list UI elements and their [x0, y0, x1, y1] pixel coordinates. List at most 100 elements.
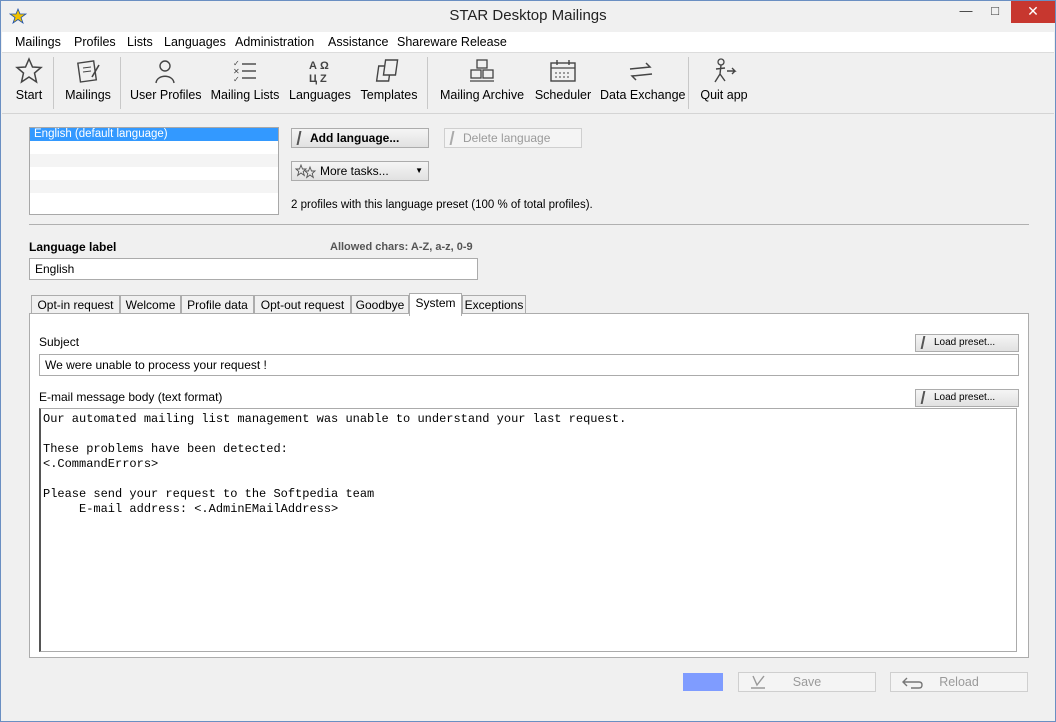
- minimize-button[interactable]: —: [953, 1, 979, 23]
- tab-welcome[interactable]: Welcome: [120, 295, 181, 314]
- subject-input[interactable]: We were unable to process your request !: [39, 354, 1019, 376]
- reload-icon: [902, 677, 923, 689]
- toolbar-start-button[interactable]: Start: [12, 57, 46, 109]
- email-body-textarea[interactable]: Our automated mailing list management wa…: [39, 408, 1017, 652]
- maximize-button[interactable]: □: [982, 1, 1008, 23]
- svg-text:Z: Z: [320, 73, 327, 85]
- more-tasks-label: More tasks...: [320, 164, 389, 178]
- pen-icon: [920, 391, 926, 404]
- toolbar-separator: [427, 57, 428, 109]
- svg-text:Ц: Ц: [309, 73, 317, 85]
- pen-icon: [449, 131, 455, 145]
- calendar-icon: [550, 60, 576, 82]
- language-label-caption: Language label: [29, 240, 117, 254]
- window-title: STAR Desktop Mailings: [449, 7, 607, 24]
- language-list-empty-row: [30, 154, 278, 167]
- language-label-input[interactable]: English: [29, 258, 478, 280]
- toolbar-mailing-lists-button[interactable]: ✓ ✕ ✓ Mailing Lists: [209, 57, 281, 109]
- title-bar: STAR Desktop Mailings — □ ✕: [1, 1, 1055, 31]
- profiles-count-note: 2 profiles with this language preset (10…: [291, 199, 593, 211]
- toolbar-separator: [53, 57, 54, 109]
- tab-system[interactable]: System: [409, 293, 462, 316]
- toolbar-mailings-label: Mailings: [65, 88, 111, 102]
- language-list-empty-row: [30, 180, 278, 193]
- menu-languages[interactable]: Languages: [164, 35, 226, 49]
- toolbar-mailing-lists-label: Mailing Lists: [210, 88, 280, 102]
- toolbar-languages-label: Languages: [289, 88, 351, 102]
- save-label: Save: [792, 675, 822, 689]
- footer-bar: Save Reload: [29, 669, 1029, 699]
- menu-lists[interactable]: Lists: [127, 35, 153, 49]
- toolbar-user-profiles-button[interactable]: User Profiles: [130, 57, 202, 109]
- toolbar-scheduler-label: Scheduler: [534, 88, 592, 102]
- toolbar-languages-button[interactable]: AΩЦZ Languages: [289, 57, 351, 109]
- data-exchange-icon: [629, 62, 653, 81]
- tab-opt-out-request[interactable]: Opt-out request: [254, 295, 351, 314]
- divider: [29, 224, 1029, 225]
- menu-shareware-release[interactable]: Shareware Release: [397, 35, 507, 49]
- menu-profiles[interactable]: Profiles: [74, 35, 116, 49]
- add-language-button[interactable]: Add language...: [291, 128, 429, 148]
- reload-label: Reload: [939, 675, 979, 689]
- app-window: STAR Desktop Mailings — □ ✕ Mailings Pro…: [0, 0, 1056, 722]
- subject-load-preset-label: Load preset...: [934, 337, 996, 348]
- body-load-preset-label: Load preset...: [934, 392, 996, 403]
- svg-text:Ω: Ω: [320, 60, 329, 72]
- allowed-chars-hint: Allowed chars: A-Z, a-z, 0-9: [330, 241, 473, 253]
- close-button[interactable]: ✕: [1011, 1, 1055, 23]
- toolbar-separator: [688, 57, 689, 109]
- tab-opt-in-request[interactable]: Opt-in request: [31, 295, 120, 314]
- body-load-preset-button[interactable]: Load preset...: [915, 389, 1019, 407]
- subject-load-preset-button[interactable]: Load preset...: [915, 334, 1019, 352]
- toolbar-user-profiles-label: User Profiles: [130, 88, 202, 102]
- menu-bar: Mailings Profiles Lists Languages Admini…: [2, 32, 1054, 53]
- toolbar-start-label: Start: [15, 88, 43, 102]
- menu-assistance[interactable]: Assistance: [328, 35, 388, 49]
- quit-icon: [714, 58, 737, 83]
- delete-language-label: Delete language: [463, 131, 551, 145]
- languages-icon: A ΩЦ Z: [309, 60, 329, 85]
- toolbar: Start Mailings User Profiles ✓ ✕ ✓ Mailing…: [2, 53, 1054, 114]
- subject-label: Subject: [39, 335, 80, 349]
- tab-goodbye[interactable]: Goodbye: [351, 295, 409, 314]
- chevron-down-icon: ▼: [415, 166, 423, 175]
- toolbar-templates-label: Templates: [360, 88, 418, 102]
- add-language-label: Add language...: [310, 131, 400, 145]
- templates-icon: [375, 59, 399, 82]
- toolbar-quit-app-label: Quit app: [700, 88, 748, 102]
- save-icon: [751, 675, 765, 689]
- body-label: E-mail message body (text format): [39, 390, 223, 404]
- toolbar-data-exchange-button[interactable]: Data Exchange: [600, 57, 686, 109]
- reload-button[interactable]: Reload: [890, 672, 1028, 692]
- pen-icon: [920, 336, 926, 349]
- svg-text:A: A: [309, 60, 317, 72]
- toolbar-quit-app-button[interactable]: Quit app: [698, 57, 750, 109]
- more-tasks-dropdown[interactable]: More tasks... ▼: [291, 161, 429, 181]
- save-button[interactable]: Save: [738, 672, 876, 692]
- toolbar-mailings-button[interactable]: Mailings: [60, 57, 116, 109]
- pen-icon: [296, 131, 302, 145]
- toolbar-mailing-archive-button[interactable]: Mailing Archive: [437, 57, 527, 109]
- stars-icon: [295, 164, 317, 179]
- toolbar-mailing-archive-label: Mailing Archive: [439, 88, 525, 102]
- toolbar-separator: [120, 57, 121, 109]
- mailings-icon: [77, 60, 100, 83]
- menu-mailings[interactable]: Mailings: [15, 35, 61, 49]
- svg-text:✓: ✓: [233, 75, 240, 84]
- mailing-lists-icon: ✓✕✓: [233, 59, 256, 84]
- tab-profile-data[interactable]: Profile data: [181, 295, 254, 314]
- language-list[interactable]: English (default language): [29, 127, 279, 215]
- toolbar-scheduler-button[interactable]: Scheduler: [534, 57, 592, 109]
- toolbar-data-exchange-label: Data Exchange: [600, 88, 686, 102]
- tab-exceptions[interactable]: Exceptions: [462, 295, 526, 314]
- color-swatch[interactable]: [683, 673, 723, 691]
- language-list-item[interactable]: English (default language): [30, 128, 278, 141]
- delete-language-button[interactable]: Delete language: [444, 128, 582, 148]
- language-list-empty-row: [30, 141, 278, 154]
- user-profiles-icon: [155, 60, 175, 84]
- toolbar-templates-button[interactable]: Templates: [359, 57, 419, 109]
- language-list-empty-row: [30, 193, 278, 206]
- language-editor-panel: English (default language) Add language.…: [21, 121, 1039, 713]
- menu-administration[interactable]: Administration: [235, 35, 314, 49]
- mailing-archive-icon: [470, 59, 494, 82]
